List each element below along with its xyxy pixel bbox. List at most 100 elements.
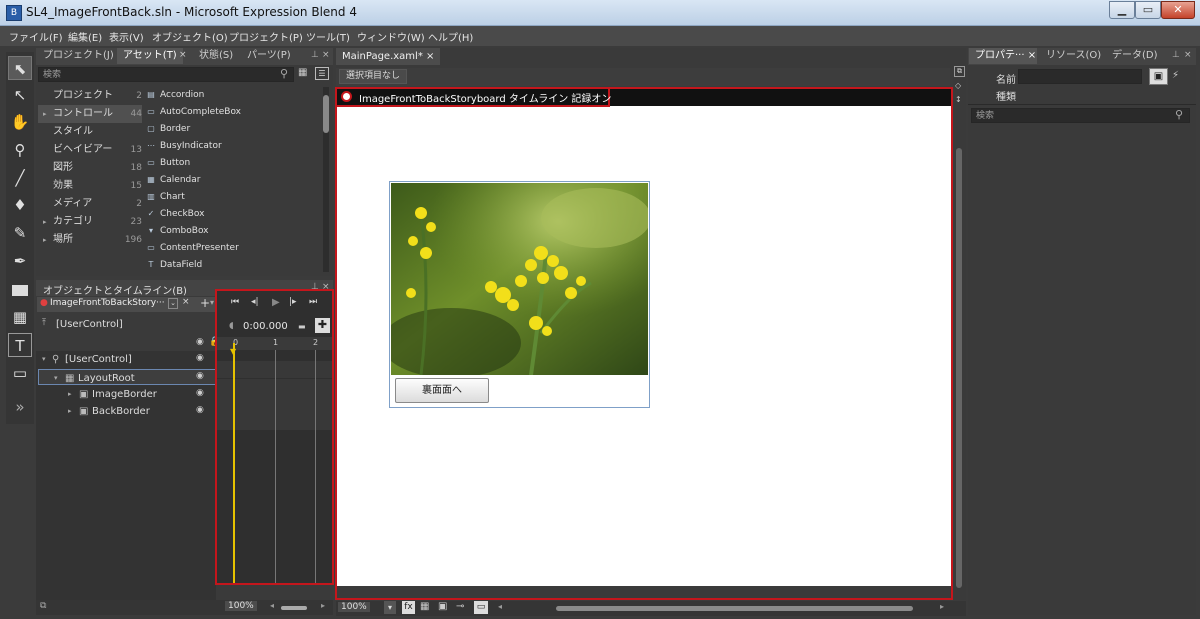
list-item[interactable]: ▥ Chart (146, 189, 185, 206)
controls-tool-icon[interactable]: ▭ (8, 361, 32, 385)
root-element[interactable]: [UserControl] (56, 316, 123, 333)
direct-selection-tool-icon[interactable]: ↖ (8, 83, 32, 107)
visibility-eye-icon[interactable]: ◉ (196, 353, 204, 363)
expand-assets-icon[interactable]: » (8, 395, 32, 419)
list-item[interactable]: ⋯ BusyIndicator (146, 138, 222, 155)
menu-help[interactable]: ヘルプ(H) (428, 29, 473, 44)
menu-object[interactable]: オブジェクト(O) (152, 29, 228, 44)
category-item[interactable]: ビヘイビアー 13 (38, 141, 142, 159)
annotations-icon[interactable]: ▭ (474, 601, 488, 614)
maximize-button[interactable]: ▭ (1135, 1, 1161, 19)
tab-resources[interactable]: リソース(O) (1040, 48, 1107, 64)
search-icon[interactable]: ⚲ (280, 67, 288, 80)
minimize-button[interactable]: ▁ (1109, 1, 1135, 19)
dropdown-arrow-icon[interactable]: ▾ (210, 298, 214, 307)
category-item[interactable]: ▸ コントロール 44 (38, 105, 142, 123)
events-toggle-icon[interactable]: ▣ (1149, 68, 1168, 85)
category-item[interactable]: ▸ 場所 196 (38, 231, 142, 249)
tab-assets[interactable]: アセット(T) (117, 48, 183, 64)
close-tab-icon[interactable]: × (426, 51, 434, 62)
menu-window[interactable]: ウィンドウ(W) (357, 29, 425, 44)
visibility-eye-icon[interactable]: ◉ (196, 405, 204, 415)
tab-project[interactable]: プロジェクト(J) (37, 48, 120, 64)
selection-tool-icon[interactable]: ⬉ (8, 56, 32, 80)
category-item[interactable]: 図形 18 (38, 159, 142, 177)
add-storyboard-icon[interactable]: + (200, 296, 210, 310)
eyedropper-tool-icon[interactable]: ╱ (8, 166, 32, 190)
list-item[interactable]: ▭ Button (146, 155, 190, 172)
list-item[interactable]: ▾ ComboBox (146, 223, 209, 240)
effect-icon[interactable]: ◇ (955, 81, 961, 90)
close-tab-icon[interactable]: × (1028, 50, 1036, 61)
paint-bucket-tool-icon[interactable]: ♦ (8, 193, 32, 217)
tree-item[interactable]: ▾ ⚲ [UserControl] (36, 351, 216, 368)
flip-to-back-button[interactable]: 裏面面へ (395, 378, 489, 403)
snap-grid-icon[interactable]: ▣ (438, 601, 447, 612)
playhead[interactable] (233, 343, 235, 583)
pin-icon[interactable]: ⊥ (1172, 50, 1180, 60)
tree-item[interactable]: ▸ ▣ BackBorder (36, 403, 216, 420)
category-item[interactable]: 効果 15 (38, 177, 142, 195)
menu-edit[interactable]: 編集(E) (68, 29, 102, 44)
pin-icon[interactable]: ⊥ (311, 50, 319, 60)
visibility-eye-icon[interactable]: ◉ (196, 388, 204, 398)
tab-parts[interactable]: パーツ(P) (241, 48, 297, 64)
artboard[interactable]: 裏面面へ (337, 106, 951, 586)
close-window-button[interactable]: ✕ (1161, 1, 1195, 19)
category-item[interactable]: メディア 2 (38, 195, 142, 213)
layout-toggle-icon[interactable]: ⧉ (954, 66, 965, 77)
play-icon[interactable]: ▶ (272, 297, 280, 308)
close-panel-icon[interactable]: × (1184, 50, 1192, 60)
asset-search-input[interactable]: 検索 (38, 67, 294, 82)
text-tool-icon[interactable]: T (8, 333, 32, 357)
artboard-zoom[interactable]: 100% (338, 602, 370, 612)
zoom-tool-icon[interactable]: ⚲ (8, 138, 32, 162)
breadcrumb[interactable]: 選択項目なし (339, 69, 408, 84)
pen-tool-icon[interactable]: ✒ (8, 249, 32, 273)
split-view-icon[interactable]: ↕ (955, 95, 962, 104)
category-item[interactable]: スタイル (38, 123, 142, 141)
horizontal-scrollbar[interactable] (556, 606, 913, 611)
zoom-slider[interactable] (281, 606, 307, 610)
previous-frame-icon[interactable]: ◂| (251, 297, 259, 307)
time-display[interactable]: 0:00.000 (243, 321, 288, 332)
list-item[interactable]: ▭ ContentPresenter (146, 240, 239, 257)
timeline-zoom[interactable]: 100% (225, 601, 257, 611)
menu-tools[interactable]: ツール(T) (306, 29, 350, 44)
list-item[interactable]: ✓ CheckBox (146, 206, 205, 223)
layers-icon[interactable]: ⧉ (40, 601, 46, 611)
list-item[interactable]: ▢ Border (146, 121, 190, 138)
recording-indicator[interactable]: ImageFrontToBackStoryboard タイムライン 記録オン (335, 87, 611, 107)
list-item[interactable]: ▤ Accordion (146, 87, 204, 104)
zoom-dropdown-icon[interactable]: ▾ (384, 601, 396, 614)
effects-render-icon[interactable]: fx (402, 601, 415, 614)
list-view-icon[interactable]: ☰ (315, 67, 329, 80)
storyboard-options-icon[interactable]: ⌄ (168, 298, 178, 309)
vertical-scrollbar[interactable] (956, 148, 962, 588)
rectangle-tool-icon[interactable] (8, 278, 32, 302)
asset-scrollbar[interactable] (323, 87, 329, 272)
scope-up-icon[interactable]: ⤒ (42, 318, 46, 328)
tree-item[interactable]: ▸ ▣ ImageBorder (36, 386, 216, 403)
property-search-input[interactable]: 検索 (971, 108, 1190, 123)
grid-view-icon[interactable]: ▦ (298, 67, 307, 78)
visibility-eye-icon[interactable]: ◉ (196, 337, 204, 347)
snap-lines-icon[interactable]: ⊸ (456, 601, 464, 612)
close-storyboard-icon[interactable]: × (182, 297, 190, 307)
tab-mainpage[interactable]: MainPage.xaml* × (336, 48, 441, 65)
last-frame-icon[interactable]: ⏭ (309, 297, 317, 307)
storyboard-picker[interactable]: ● ImageFrontToBackStory··· ⌄ × (37, 297, 215, 312)
menu-file[interactable]: ファイル(F) (9, 29, 63, 44)
tree-item-selected[interactable]: ▾ ▦ LayoutRoot (38, 369, 221, 385)
show-grid-icon[interactable]: ▦ (420, 601, 429, 612)
list-item[interactable]: ▭ AutoCompleteBox (146, 104, 241, 121)
menu-project[interactable]: プロジェクト(P) (229, 29, 303, 44)
tab-data[interactable]: データ(D) (1106, 48, 1164, 64)
pencil-tool-icon[interactable]: ✎ (8, 221, 32, 245)
list-item[interactable]: ▦ Calendar (146, 172, 200, 189)
list-item[interactable]: T DataField (146, 257, 203, 274)
visibility-eye-icon[interactable]: ◉ (196, 371, 204, 381)
record-keyframe-icon[interactable]: ◖ (229, 321, 234, 331)
first-frame-icon[interactable]: ⏮ (231, 297, 239, 307)
category-item[interactable]: ▸ カテゴリ 23 (38, 213, 142, 231)
